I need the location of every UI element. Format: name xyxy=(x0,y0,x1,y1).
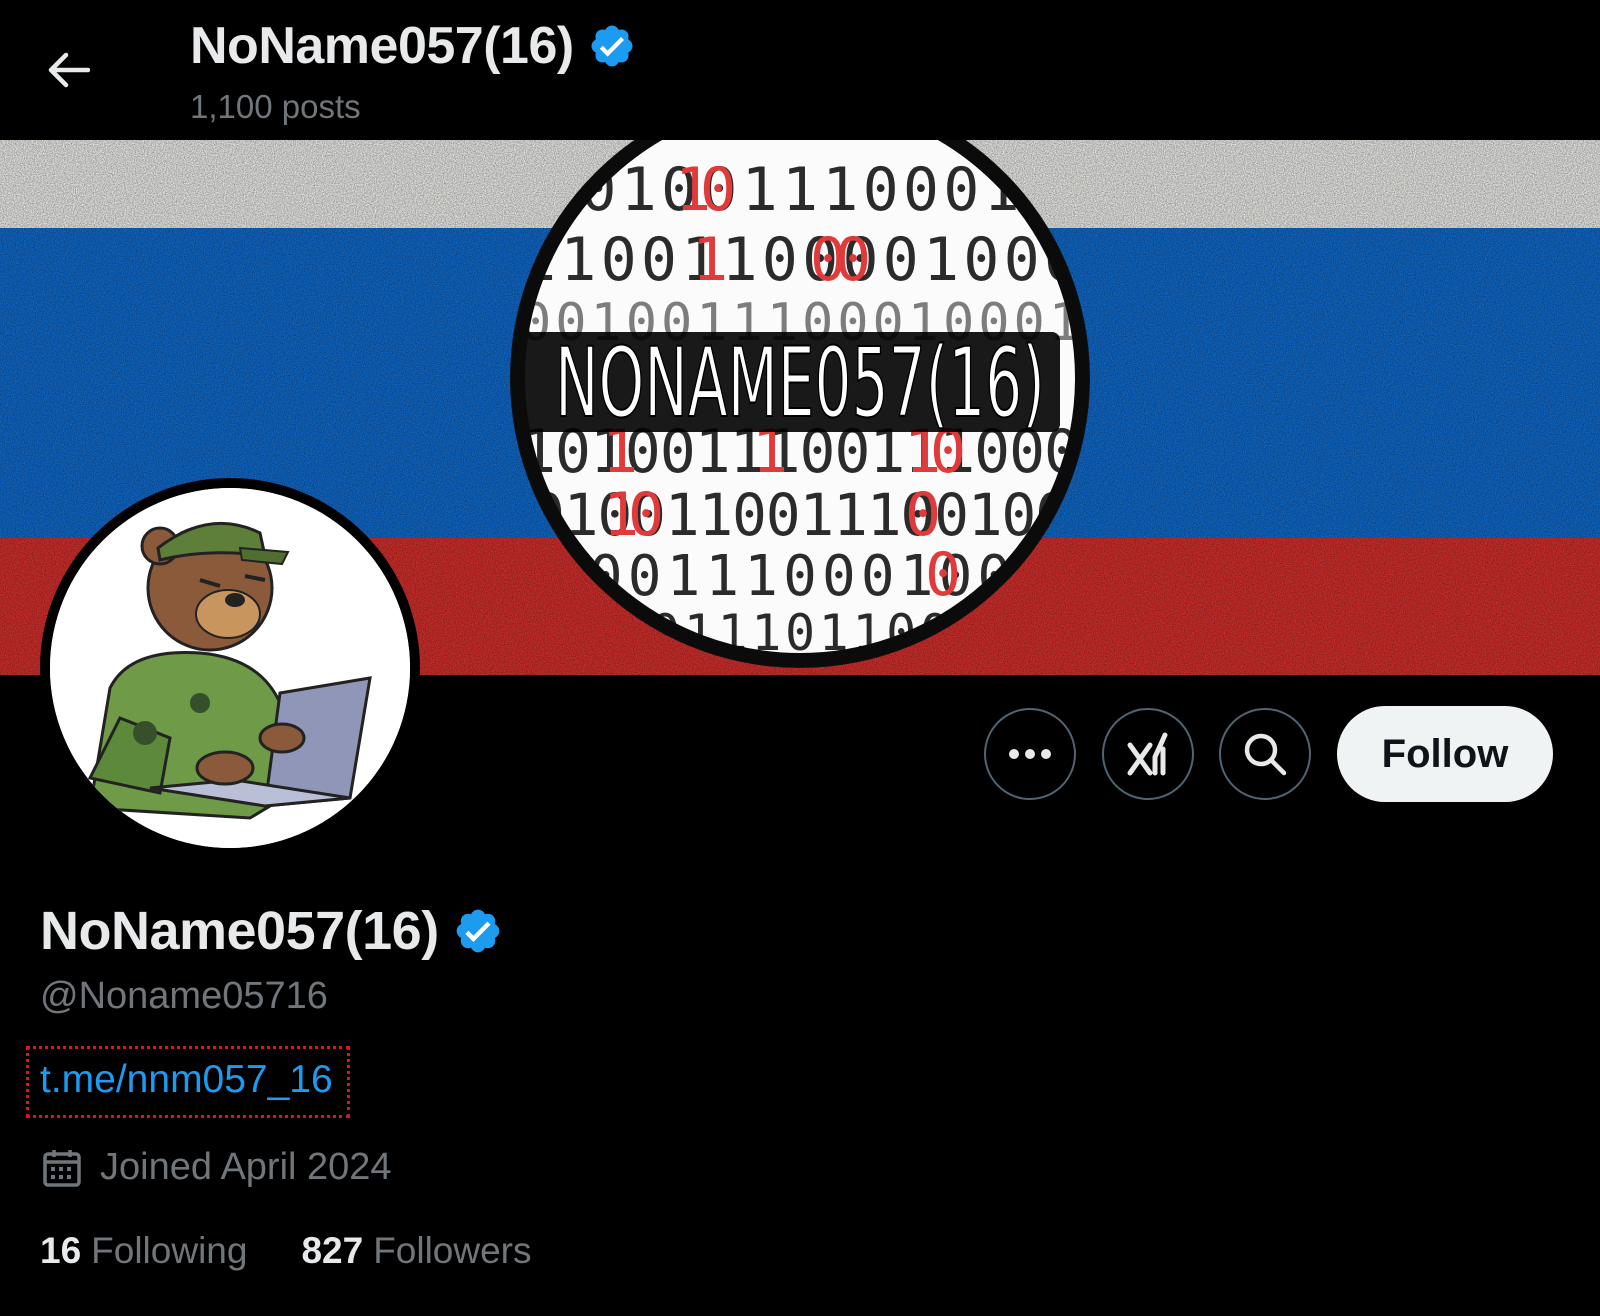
calendar-icon xyxy=(43,1149,81,1187)
search-button[interactable] xyxy=(1219,708,1311,800)
grok-button[interactable] xyxy=(1102,708,1194,800)
display-name-text: NoName057(16) xyxy=(40,901,439,961)
post-count: 1,100 posts xyxy=(190,88,361,125)
following-label: Following xyxy=(91,1230,248,1271)
avatar-image xyxy=(50,488,410,848)
header-name: NoName057(16) xyxy=(190,17,574,75)
following-stat[interactable]: 16 Following xyxy=(40,1230,247,1272)
grok-icon xyxy=(1127,732,1168,776)
website-link[interactable]: t.me/nnm057_16 xyxy=(40,1058,333,1102)
verified-badge-icon[interactable] xyxy=(453,906,503,956)
header-title: NoName057(16) xyxy=(190,16,636,76)
arrow-left-icon xyxy=(48,52,90,88)
bear-hacker-illustration xyxy=(50,488,410,848)
followers-stat[interactable]: 827 Followers xyxy=(301,1230,531,1272)
verified-badge-icon xyxy=(591,25,633,67)
more-icon xyxy=(1009,749,1051,759)
user-handle: @Noname05716 xyxy=(40,975,328,1017)
profile-avatar[interactable] xyxy=(40,478,420,858)
search-icon xyxy=(1244,733,1287,776)
back-button[interactable] xyxy=(36,42,100,98)
joined-text: Joined April 2024 xyxy=(100,1146,392,1188)
followers-label: Followers xyxy=(373,1230,532,1271)
svg-text:0: 0 xyxy=(628,480,664,550)
svg-text:1: 1 xyxy=(692,225,728,295)
banner-overlay-text: NONAME057(16) xyxy=(555,327,1045,439)
following-count: 16 xyxy=(40,1230,82,1271)
profile-header: NoName057(16) 1,100 posts xyxy=(0,0,1600,140)
svg-text:0: 0 xyxy=(835,225,871,295)
svg-text:0: 0 xyxy=(925,540,961,610)
more-button[interactable] xyxy=(984,708,1076,800)
joined-date: Joined April 2024 xyxy=(42,1146,392,1189)
svg-text:0: 0 xyxy=(700,155,736,225)
follow-button[interactable]: Follow xyxy=(1337,706,1553,802)
follow-stats: 16 Following 827 Followers xyxy=(40,1230,532,1272)
display-name: NoName057(16) xyxy=(40,900,503,962)
followers-count: 827 xyxy=(301,1230,364,1271)
